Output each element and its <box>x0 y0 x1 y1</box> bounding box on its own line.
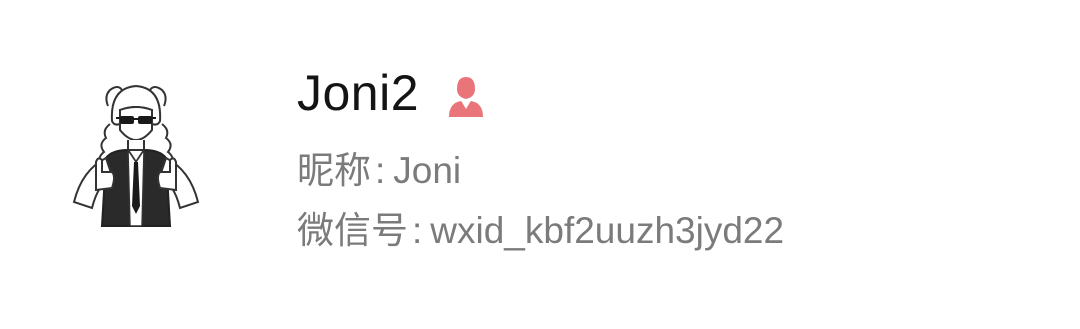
nickname-row: 昵称 : Joni <box>297 152 1037 189</box>
nickname-label: 昵称 <box>297 150 371 191</box>
wechat-id-label: 微信号 <box>297 210 408 251</box>
name-row: Joni2 <box>297 58 1037 128</box>
profile-card: Joni2 昵称 : Joni 微信号 : wxid_kbf2uuzh3jyd2… <box>0 0 1080 329</box>
profile-info: Joni2 昵称 : Joni 微信号 : wxid_kbf2uuzh3jyd2… <box>297 58 1037 249</box>
wechat-id-row[interactable]: 微信号 : wxid_kbf2uuzh3jyd22 <box>297 212 1037 249</box>
nickname-value: Joni <box>393 150 462 191</box>
avatar[interactable] <box>52 66 220 234</box>
display-name: Joni2 <box>297 65 420 121</box>
wechat-id-separator: : <box>412 210 423 251</box>
nickname-separator: : <box>375 150 386 191</box>
avatar-illustration <box>52 66 220 234</box>
wechat-id-value[interactable]: wxid_kbf2uuzh3jyd22 <box>430 212 784 249</box>
female-person-icon <box>445 73 487 119</box>
